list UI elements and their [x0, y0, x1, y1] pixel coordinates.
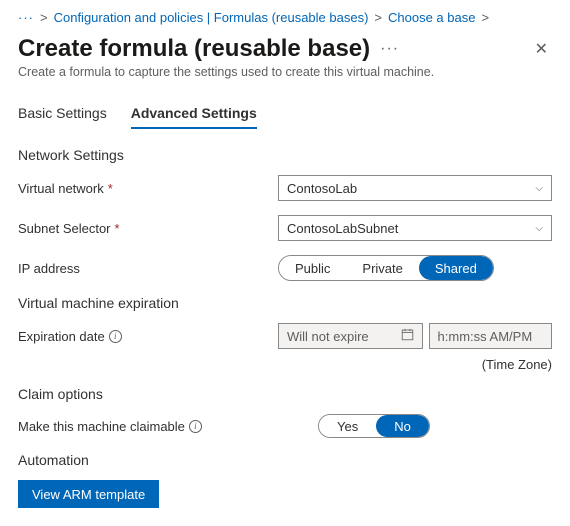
- select-virtual-network[interactable]: ContosoLab ⌵: [278, 175, 552, 201]
- claimable-toggle: Yes No: [318, 414, 430, 438]
- ip-option-private[interactable]: Private: [346, 256, 418, 280]
- page-title: Create formula (reusable base): [18, 35, 370, 63]
- select-value: ContosoLab: [287, 181, 357, 196]
- date-placeholder: Will not expire: [287, 329, 369, 344]
- tab-advanced-settings[interactable]: Advanced Settings: [131, 105, 257, 129]
- chevron-down-icon: ⌵: [535, 223, 543, 234]
- breadcrumb-config-policies[interactable]: Configuration and policies | Formulas (r…: [54, 10, 369, 25]
- section-vm-expiration: Virtual machine expiration: [18, 295, 552, 311]
- tab-basic-settings[interactable]: Basic Settings: [18, 105, 107, 129]
- claimable-yes[interactable]: Yes: [319, 415, 376, 437]
- breadcrumb-sep: >: [40, 10, 48, 25]
- select-subnet[interactable]: ContosoLabSubnet ⌵: [278, 215, 552, 241]
- breadcrumb-sep: >: [374, 10, 382, 25]
- breadcrumb: ··· > Configuration and policies | Formu…: [18, 10, 552, 25]
- view-arm-template-button[interactable]: View ARM template: [18, 480, 159, 508]
- section-network-settings: Network Settings: [18, 147, 552, 163]
- info-icon[interactable]: i: [189, 420, 202, 433]
- label-virtual-network: Virtual network*: [18, 181, 278, 196]
- section-automation: Automation: [18, 452, 552, 468]
- label-ip-address: IP address: [18, 261, 278, 276]
- label-claimable: Make this machine claimable i: [18, 419, 278, 434]
- breadcrumb-overflow[interactable]: ···: [18, 10, 34, 25]
- ip-option-public[interactable]: Public: [279, 256, 346, 280]
- more-actions-icon[interactable]: ···: [380, 40, 399, 58]
- close-icon[interactable]: ✕: [531, 35, 552, 63]
- input-expiration-date[interactable]: Will not expire: [278, 323, 423, 349]
- required-asterisk: *: [108, 181, 113, 196]
- label-expiration-date: Expiration date i: [18, 329, 278, 344]
- claimable-no[interactable]: No: [376, 415, 429, 437]
- breadcrumb-choose-base[interactable]: Choose a base: [388, 10, 475, 25]
- label-subnet-selector: Subnet Selector*: [18, 221, 278, 236]
- ip-option-shared[interactable]: Shared: [419, 256, 493, 280]
- timezone-link[interactable]: (Time Zone): [18, 357, 552, 372]
- tabs: Basic Settings Advanced Settings: [18, 105, 552, 129]
- page-subtitle: Create a formula to capture the settings…: [18, 65, 552, 79]
- calendar-icon[interactable]: [401, 328, 414, 344]
- info-icon[interactable]: i: [109, 330, 122, 343]
- input-expiration-time[interactable]: h:mm:ss AM/PM: [429, 323, 552, 349]
- section-claim-options: Claim options: [18, 386, 552, 402]
- required-asterisk: *: [115, 221, 120, 236]
- chevron-down-icon: ⌵: [535, 183, 543, 194]
- select-value: ContosoLabSubnet: [287, 221, 398, 236]
- time-placeholder: h:mm:ss AM/PM: [438, 329, 533, 344]
- ip-address-toggle: Public Private Shared: [278, 255, 494, 281]
- breadcrumb-sep: >: [481, 10, 489, 25]
